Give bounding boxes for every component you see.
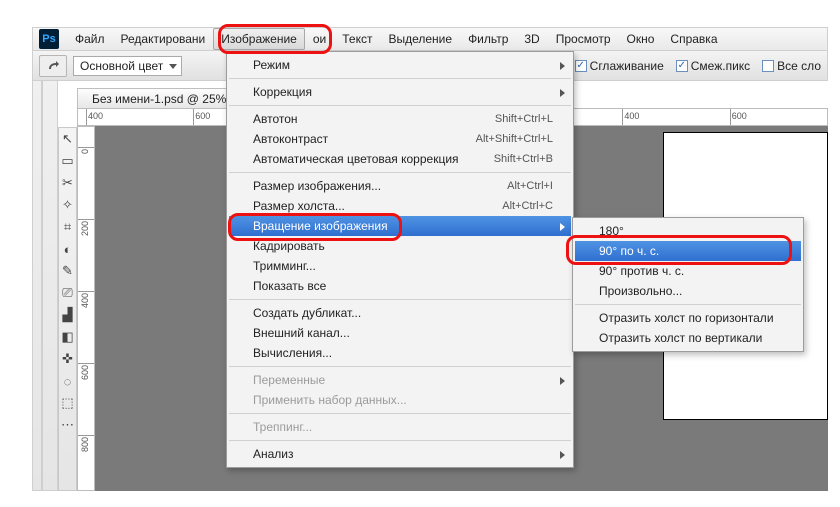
combo-label: Основной цвет (80, 59, 163, 73)
menu-item[interactable]: АвтотонShift+Ctrl+L (229, 109, 571, 129)
tool-button[interactable]: ✎ (59, 260, 76, 282)
tool-button[interactable]: ◧ (59, 326, 76, 348)
tool-button[interactable]: ▭ (59, 150, 76, 172)
image-rotation-submenu: 180°90° по ч. с.90° против ч. с.Произвол… (572, 217, 804, 352)
menu-item[interactable]: Отразить холст по вертикали (575, 328, 801, 348)
check-icon: ✓ (575, 60, 587, 72)
menu-ои[interactable]: ои (305, 28, 334, 50)
panel-strip-a (32, 27, 42, 491)
menu-item[interactable]: Создать дубликат... (229, 303, 571, 323)
menu-item[interactable]: Размер холста...Alt+Ctrl+C (229, 196, 571, 216)
image-menu-dropdown: Режим Коррекция АвтотонShift+Ctrl+LАвтокон… (226, 51, 574, 468)
tool-button[interactable]: ✜ (59, 348, 76, 370)
menu-item[interactable]: 90° по ч. с. (575, 241, 801, 261)
tool-button[interactable]: ✂ (59, 172, 76, 194)
panel-strip-b (42, 27, 58, 491)
tool-button[interactable]: ↖ (59, 128, 76, 150)
menu-item[interactable]: Тримминг... (229, 256, 571, 276)
tool-preset-picker[interactable] (39, 55, 67, 77)
tool-button[interactable]: ▟ (59, 304, 76, 326)
menu-item[interactable]: АвтоконтрастAlt+Shift+Ctrl+L (229, 129, 571, 149)
menu-item[interactable]: Размер изображения...Alt+Ctrl+I (229, 176, 571, 196)
menu-текст[interactable]: Текст (334, 28, 380, 50)
tool-button[interactable]: ⬚ (59, 392, 76, 414)
menu-item[interactable]: Анализ (229, 444, 571, 464)
tool-button[interactable]: ◐ (59, 238, 76, 260)
menu-item[interactable]: Режим (229, 55, 571, 75)
foreground-color-combo[interactable]: Основной цвет (73, 56, 182, 76)
tool-button[interactable]: ⌗ (59, 216, 76, 238)
tool-button[interactable]: ⎚ (59, 282, 76, 304)
menu-изображение[interactable]: Изображение (213, 28, 305, 50)
menu-item[interactable]: Коррекция (229, 82, 571, 102)
toolbox: ↖▭✂✧⌗◐✎⎚▟◧✜◌⬚⋯ (58, 127, 77, 491)
menu-item[interactable]: Внешний канал... (229, 323, 571, 343)
menu-фильтр[interactable]: Фильтр (460, 28, 516, 50)
menu-item[interactable]: Вращение изображения (229, 216, 571, 236)
menu-item: Применить набор данных... (229, 390, 571, 410)
tool-button[interactable]: ⋯ (59, 414, 76, 436)
menu-item: Переменные (229, 370, 571, 390)
menu-item[interactable]: Отразить холст по горизонтали (575, 308, 801, 328)
menu-item[interactable]: Кадрировать (229, 236, 571, 256)
menu-item[interactable]: Автоматическая цветовая коррекцияShift+C… (229, 149, 571, 169)
ruler-vertical: 0200400600800 (77, 126, 95, 491)
check-icon (762, 60, 774, 72)
menu-item[interactable]: 90° против ч. с. (575, 261, 801, 281)
menu-просмотр[interactable]: Просмотр (548, 28, 619, 50)
menu-item[interactable]: Произвольно... (575, 281, 801, 301)
menu-item[interactable]: Показать все (229, 276, 571, 296)
menu-редактировани[interactable]: Редактировани (113, 28, 214, 50)
menu-3d[interactable]: 3D (516, 28, 547, 50)
contiguous-checkbox[interactable]: ✓Смеж.пикс (676, 59, 750, 73)
tool-button[interactable]: ◌ (59, 370, 76, 392)
menu-item: Треппинг... (229, 417, 571, 437)
menu-файл[interactable]: Файл (67, 28, 113, 50)
menu-выделение[interactable]: Выделение (380, 28, 460, 50)
app-logo: Ps (39, 29, 59, 49)
menu-окно[interactable]: Окно (619, 28, 663, 50)
check-icon: ✓ (676, 60, 688, 72)
antialias-checkbox[interactable]: ✓Сглаживание (575, 59, 664, 73)
menu-item[interactable]: Вычисления... (229, 343, 571, 363)
menu-справка[interactable]: Справка (662, 28, 725, 50)
all-layers-checkbox[interactable]: Все сло (762, 59, 821, 73)
tool-button[interactable]: ✧ (59, 194, 76, 216)
menubar: Ps ФайлРедактированиИзображениеоиТекстВы… (32, 27, 828, 51)
menu-item[interactable]: 180° (575, 221, 801, 241)
